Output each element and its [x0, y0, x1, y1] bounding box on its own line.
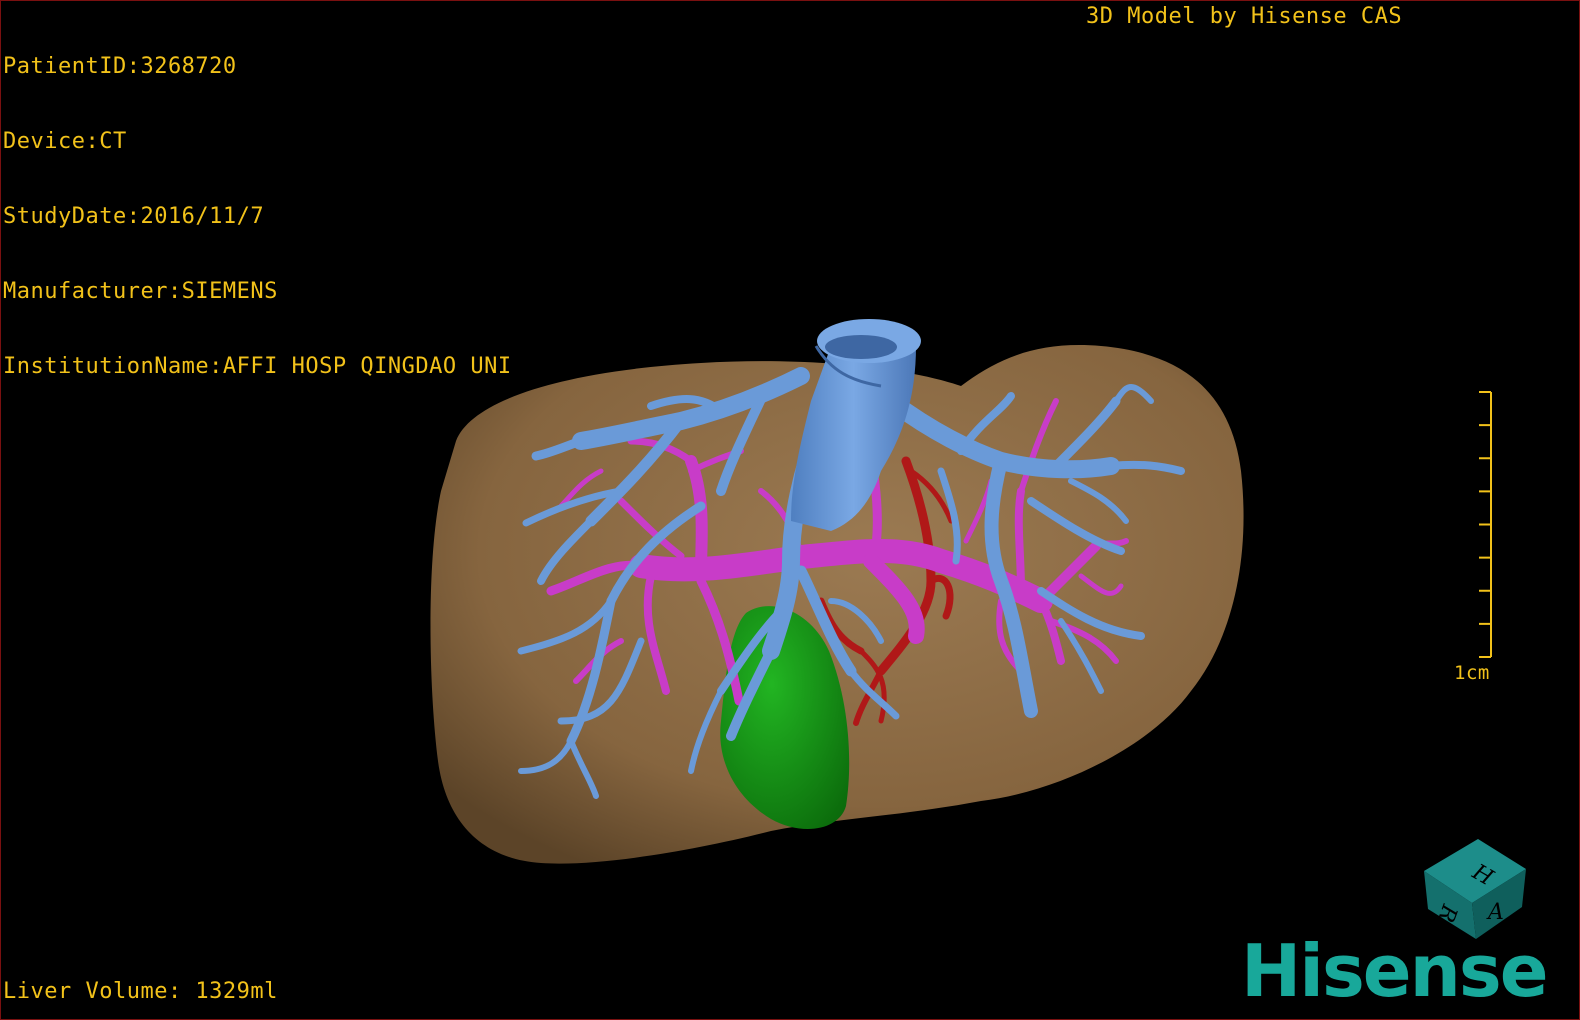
cube-label-a: A	[1486, 900, 1504, 925]
patient-id-text: PatientID:3268720	[3, 54, 237, 79]
device-text: Device:CT	[3, 129, 127, 154]
scale-bar-label: 1cm	[1454, 662, 1490, 684]
manufacturer-text: Manufacturer:SIEMENS	[3, 279, 278, 304]
study-date-text: StudyDate:2016/11/7	[3, 204, 265, 229]
scale-bar	[1479, 391, 1492, 658]
orientation-cube[interactable]: H R A	[1416, 831, 1536, 941]
liver-volume-text: Liver Volume: 1329ml	[3, 979, 278, 1004]
institution-text: InstitutionName:AFFI HOSP QINGDAO UNI	[3, 354, 512, 379]
3d-viewport[interactable]: PatientID:3268720 Device:CT StudyDate:20…	[0, 0, 1580, 1020]
dicom-info-overlay: PatientID:3268720 Device:CT StudyDate:20…	[3, 4, 512, 429]
model-credit-text: 3D Model by Hisense CAS	[1086, 4, 1403, 29]
hisense-logo: Hisense	[1241, 929, 1549, 1013]
